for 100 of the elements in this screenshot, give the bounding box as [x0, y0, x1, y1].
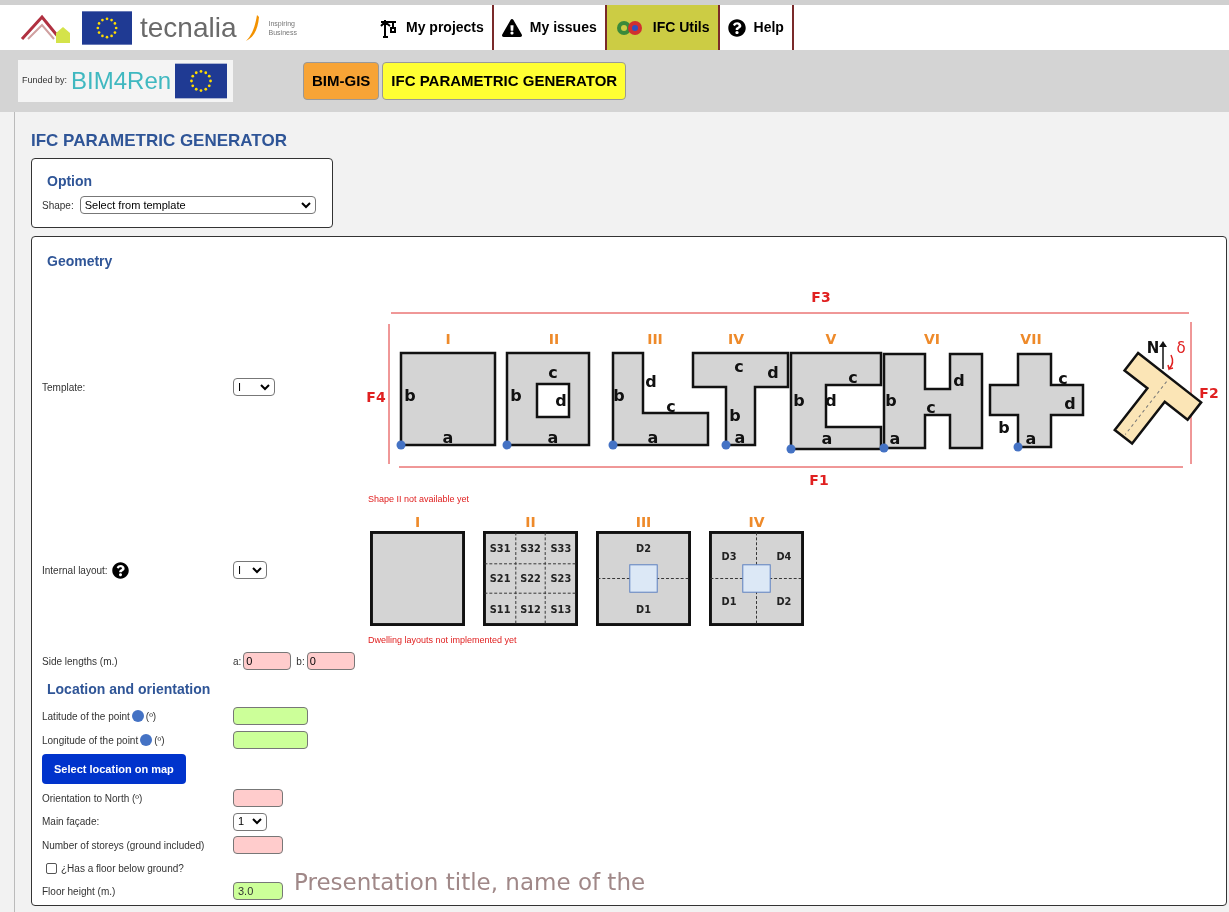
- roman-numeral: III: [635, 512, 652, 531]
- origin-dot-icon: [786, 444, 796, 454]
- roman-numeral: IV: [748, 512, 765, 531]
- chevron-down-icon: [300, 201, 311, 209]
- field-label: b:: [296, 654, 305, 669]
- facade-label: F4: [366, 389, 386, 405]
- checkbox[interactable]: [46, 862, 57, 874]
- shape-select[interactable]: Select from template: [79, 196, 316, 214]
- roman-numeral: VII: [1020, 331, 1042, 347]
- roman-numeral: I: [445, 331, 451, 347]
- stair-core-icon: [629, 563, 658, 593]
- north-label: N: [1146, 339, 1160, 357]
- room-label: S22: [520, 572, 541, 584]
- side-label: a: [734, 428, 746, 447]
- facade-select[interactable]: 1: [233, 812, 267, 831]
- eu-flag-icon: [82, 10, 132, 45]
- origin-dot-icon: [396, 440, 406, 450]
- input-field[interactable]: 3.0: [233, 882, 283, 900]
- tecnalia-logo-text: tecnalia: [140, 13, 237, 42]
- checkbox-label: ¿Has a floor below ground?: [61, 861, 184, 876]
- template-select[interactable]: I: [233, 378, 275, 396]
- side-label: c: [926, 398, 936, 417]
- unit-label: (º): [154, 733, 165, 748]
- angle-label: δ: [1176, 339, 1186, 357]
- help-icon: [727, 18, 746, 37]
- field-label: Shape:: [42, 198, 74, 213]
- field-label: Template:: [42, 380, 87, 395]
- dwelling-label: D2: [636, 542, 651, 554]
- nav-tab[interactable]: IFC Utils: [606, 5, 720, 50]
- select-location-button[interactable]: Select location on map: [42, 754, 186, 784]
- side-label: b: [793, 391, 805, 410]
- roman-numeral: II: [548, 331, 560, 347]
- warning-icon: [501, 17, 522, 38]
- side-label: a: [547, 428, 559, 447]
- crane-icon: [378, 17, 398, 38]
- input-field[interactable]: [233, 731, 308, 749]
- roman-numeral: V: [825, 331, 837, 347]
- room-label: S12: [520, 603, 541, 615]
- chevron-down-icon: [252, 566, 262, 574]
- eu-flag-icon: [175, 63, 228, 99]
- side-label: c: [1058, 369, 1068, 388]
- input-field[interactable]: [233, 789, 283, 807]
- side-label: d: [645, 372, 657, 391]
- origin-dot-icon: [502, 440, 512, 450]
- input-field[interactable]: [233, 707, 308, 725]
- module-tab[interactable]: BIM-GIS: [303, 62, 380, 100]
- roman-numeral: I: [414, 512, 421, 531]
- facade-label: F1: [809, 472, 829, 487]
- input-field[interactable]: [233, 836, 283, 854]
- side-label: a: [889, 429, 901, 448]
- side-label: c: [548, 363, 558, 382]
- angle-arrow-icon: [1167, 354, 1174, 370]
- side-label: c: [734, 357, 744, 376]
- warning-note: Shape II not available yet: [368, 493, 471, 506]
- facade-label: F2: [1199, 385, 1219, 401]
- facade-label: F3: [811, 289, 831, 305]
- module-tab[interactable]: IFC PARAMETRIC GENERATOR: [382, 62, 627, 100]
- section-title: Option: [46, 172, 94, 191]
- layout-select[interactable]: I: [233, 561, 267, 579]
- field-label: Internal layout:: [42, 563, 108, 578]
- side-label: d: [767, 363, 779, 382]
- room-label: S32: [520, 542, 541, 554]
- section-title: Location and orientation: [46, 680, 212, 699]
- side-label: a: [647, 428, 659, 447]
- chevron-down-icon: [260, 383, 270, 391]
- input-field[interactable]: 0: [243, 652, 292, 670]
- side-label: b: [885, 391, 897, 410]
- field-label: Side lengths (m.): [42, 654, 119, 669]
- help-icon[interactable]: [111, 561, 129, 579]
- section-title: Geometry: [46, 252, 114, 271]
- side-label: b: [613, 386, 625, 405]
- unit-label: (º): [145, 709, 157, 724]
- room-label: S23: [550, 572, 572, 584]
- room-label: S33: [550, 542, 572, 554]
- field-label: Latitude of the point: [42, 709, 130, 724]
- side-label: b: [729, 406, 741, 425]
- room-label: S31: [489, 542, 511, 554]
- bim4ren-logo-text: BIM4Ren: [71, 69, 172, 93]
- warning-note: Dwelling layouts not implemented yet: [368, 633, 518, 647]
- side-label: a: [1025, 429, 1037, 448]
- dwelling-label: D1: [636, 603, 651, 615]
- field-label: a:: [233, 654, 242, 669]
- dwelling-label: D4: [776, 550, 792, 562]
- side-label: a: [442, 428, 454, 447]
- roman-numeral: VI: [924, 331, 940, 347]
- origin-dot-icon: [879, 443, 889, 453]
- page-title: IFC PARAMETRIC GENERATOR: [31, 130, 288, 152]
- chevron-down-icon: [252, 818, 262, 825]
- dwelling-label: D3: [721, 550, 737, 562]
- field-label: Main façade:: [42, 815, 101, 829]
- funded-by-label: Funded by:: [22, 74, 68, 88]
- origin-dot-icon: [721, 440, 731, 450]
- side-label: b: [404, 386, 416, 405]
- field-label: Orientation to North (º): [42, 791, 143, 806]
- room-label: S21: [489, 572, 511, 584]
- swoosh-logo-icon: [244, 12, 261, 43]
- roman-numeral: II: [525, 512, 536, 531]
- input-field[interactable]: 0: [306, 652, 355, 670]
- overlay-text: Presentation title, name of the: [294, 868, 646, 897]
- side-label: d: [555, 391, 567, 410]
